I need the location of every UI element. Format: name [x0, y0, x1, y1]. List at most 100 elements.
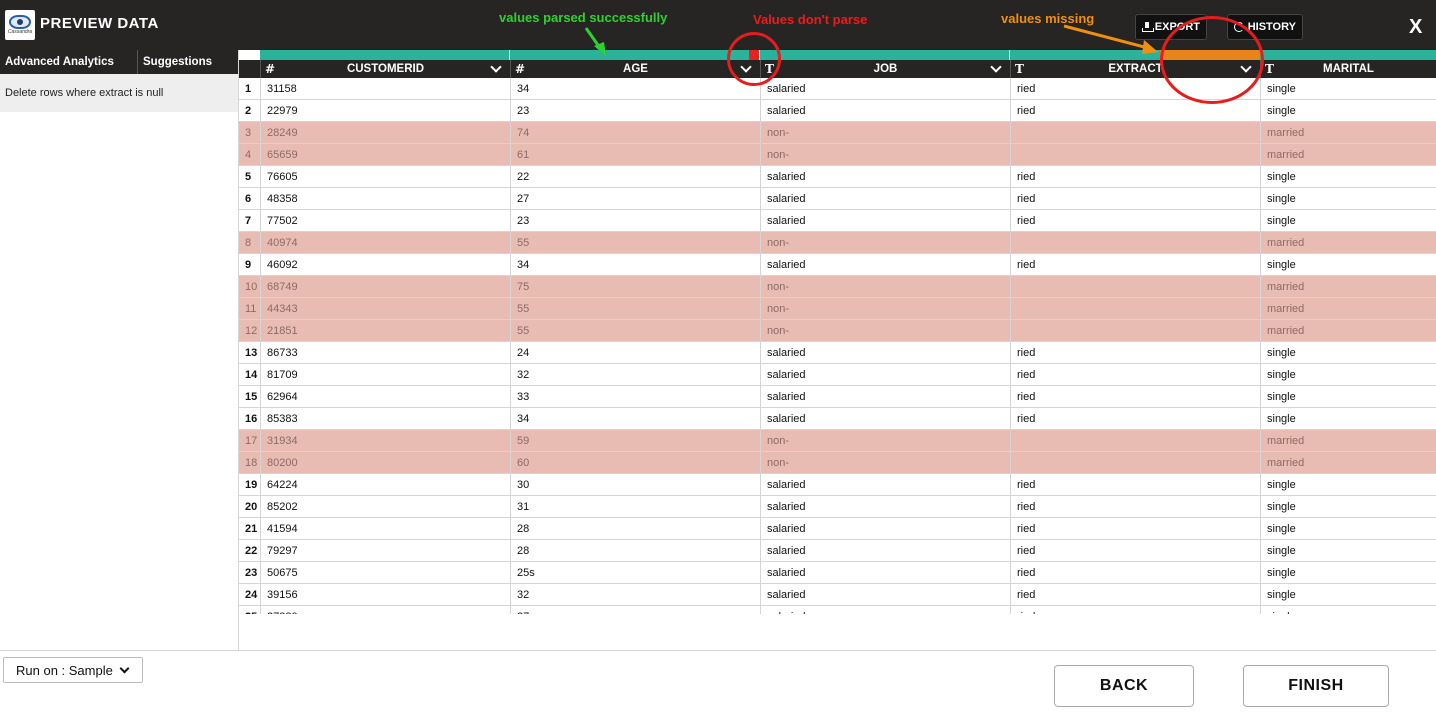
cell-age[interactable]: 32	[510, 584, 760, 605]
cell-extract[interactable]	[1010, 298, 1260, 319]
cell-marital[interactable]: married	[1260, 452, 1436, 473]
cell-marital[interactable]: single	[1260, 78, 1436, 99]
table-row[interactable]: 3 28249 74 non-married	[239, 122, 1436, 144]
cell-extract[interactable]	[1010, 276, 1260, 297]
cell-customerid[interactable]: 31158	[260, 78, 510, 99]
tab-suggestions[interactable]: Suggestions	[138, 50, 238, 74]
cell-age[interactable]: 22	[510, 166, 760, 187]
cell-customerid[interactable]: 64224	[260, 474, 510, 495]
cell-job[interactable]: non-	[760, 452, 1010, 473]
cell-age[interactable]: 32	[510, 364, 760, 385]
cell-extract[interactable]: ried	[1010, 518, 1260, 539]
table-row[interactable]: 21 41594 28 salaried ried single	[239, 518, 1436, 540]
cell-job[interactable]: non-	[760, 430, 1010, 451]
table-row[interactable]: 18 80200 60 non-married	[239, 452, 1436, 474]
export-button[interactable]: EXPORT	[1135, 14, 1207, 40]
cell-job[interactable]: non-	[760, 122, 1010, 143]
cell-age[interactable]: 55	[510, 298, 760, 319]
cell-marital[interactable]: married	[1260, 430, 1436, 451]
cell-age[interactable]: 28	[510, 518, 760, 539]
cell-marital[interactable]: single	[1260, 474, 1436, 495]
run-on-select[interactable]: Run on : Sample	[3, 657, 143, 683]
cell-marital[interactable]: married	[1260, 298, 1436, 319]
cell-marital[interactable]: single	[1260, 188, 1436, 209]
cell-extract[interactable]: ried	[1010, 188, 1260, 209]
cell-customerid[interactable]: 77502	[260, 210, 510, 231]
cell-extract[interactable]: ried	[1010, 408, 1260, 429]
cell-extract[interactable]	[1010, 320, 1260, 341]
cell-extract[interactable]: ried	[1010, 606, 1260, 614]
cell-customerid[interactable]: 68749	[260, 276, 510, 297]
cell-extract[interactable]: ried	[1010, 342, 1260, 363]
cell-job[interactable]: salaried	[760, 562, 1010, 583]
cell-age[interactable]: 33	[510, 386, 760, 407]
cell-job[interactable]: salaried	[760, 606, 1010, 614]
cell-customerid[interactable]: 46092	[260, 254, 510, 275]
cell-job[interactable]: salaried	[760, 342, 1010, 363]
cell-age[interactable]: 31	[510, 496, 760, 517]
cell-extract[interactable]	[1010, 430, 1260, 451]
cell-age[interactable]: 23	[510, 100, 760, 121]
table-row[interactable]: 16 85383 34 salaried ried single	[239, 408, 1436, 430]
tab-advanced-analytics[interactable]: Advanced Analytics	[0, 50, 138, 74]
cell-job[interactable]: salaried	[760, 584, 1010, 605]
cell-extract[interactable]: ried	[1010, 254, 1260, 275]
cell-age[interactable]: 55	[510, 320, 760, 341]
table-row[interactable]: 20 85202 31 salaried ried single	[239, 496, 1436, 518]
cell-job[interactable]: salaried	[760, 210, 1010, 231]
cell-job[interactable]: salaried	[760, 78, 1010, 99]
finish-button[interactable]: FINISH	[1243, 665, 1389, 707]
cell-extract[interactable]: ried	[1010, 386, 1260, 407]
cell-customerid[interactable]: 28249	[260, 122, 510, 143]
cell-marital[interactable]: single	[1260, 496, 1436, 517]
cell-customerid[interactable]: 50675	[260, 562, 510, 583]
close-button[interactable]: X	[1409, 16, 1422, 39]
cell-customerid[interactable]: 40974	[260, 232, 510, 253]
cell-job[interactable]: salaried	[760, 100, 1010, 121]
cell-age[interactable]: 34	[510, 78, 760, 99]
table-row[interactable]: 15 62964 33 salaried ried single	[239, 386, 1436, 408]
cell-marital[interactable]: married	[1260, 144, 1436, 165]
cell-marital[interactable]: single	[1260, 100, 1436, 121]
cell-customerid[interactable]: 44343	[260, 298, 510, 319]
cell-job[interactable]: salaried	[760, 386, 1010, 407]
cell-marital[interactable]: single	[1260, 166, 1436, 187]
cell-extract[interactable]: ried	[1010, 166, 1260, 187]
cell-age[interactable]: 25s	[510, 562, 760, 583]
table-row[interactable]: 17 31934 59 non-married	[239, 430, 1436, 452]
cell-age[interactable]: 75	[510, 276, 760, 297]
cell-job[interactable]: non-	[760, 232, 1010, 253]
cell-extract[interactable]: ried	[1010, 562, 1260, 583]
cell-customerid[interactable]: 21851	[260, 320, 510, 341]
cell-age[interactable]: 55	[510, 232, 760, 253]
cell-age[interactable]: 30	[510, 474, 760, 495]
cell-marital[interactable]: married	[1260, 320, 1436, 341]
column-header-marital[interactable]: T MARITAL	[1260, 60, 1436, 78]
cell-customerid[interactable]: 31934	[260, 430, 510, 451]
cell-marital[interactable]: single	[1260, 518, 1436, 539]
cell-customerid[interactable]: 80200	[260, 452, 510, 473]
table-row[interactable]: 8 40974 55 non-married	[239, 232, 1436, 254]
table-row[interactable]: 19 64224 30 salaried ried single	[239, 474, 1436, 496]
cell-customerid[interactable]: 39156	[260, 584, 510, 605]
cell-age[interactable]: 28	[510, 540, 760, 561]
cell-age[interactable]: 27	[510, 606, 760, 614]
column-header-age[interactable]: # AGE	[510, 60, 760, 78]
cell-job[interactable]: salaried	[760, 474, 1010, 495]
cell-marital[interactable]: single	[1260, 540, 1436, 561]
cell-customerid[interactable]: 81709	[260, 364, 510, 385]
table-row[interactable]: 13 86733 24 salaried ried single	[239, 342, 1436, 364]
cell-job[interactable]: salaried	[760, 518, 1010, 539]
cell-marital[interactable]: single	[1260, 386, 1436, 407]
cell-job[interactable]: non-	[760, 276, 1010, 297]
cell-marital[interactable]: single	[1260, 584, 1436, 605]
cell-age[interactable]: 34	[510, 408, 760, 429]
cell-marital[interactable]: married	[1260, 276, 1436, 297]
table-row[interactable]: 24 39156 32 salaried ried single	[239, 584, 1436, 606]
table-row[interactable]: 14 81709 32 salaried ried single	[239, 364, 1436, 386]
cell-marital[interactable]: married	[1260, 232, 1436, 253]
cell-customerid[interactable]: 41594	[260, 518, 510, 539]
column-header-job[interactable]: T JOB	[760, 60, 1010, 78]
table-row[interactable]: 4 65659 61 non-married	[239, 144, 1436, 166]
cell-marital[interactable]: single	[1260, 408, 1436, 429]
